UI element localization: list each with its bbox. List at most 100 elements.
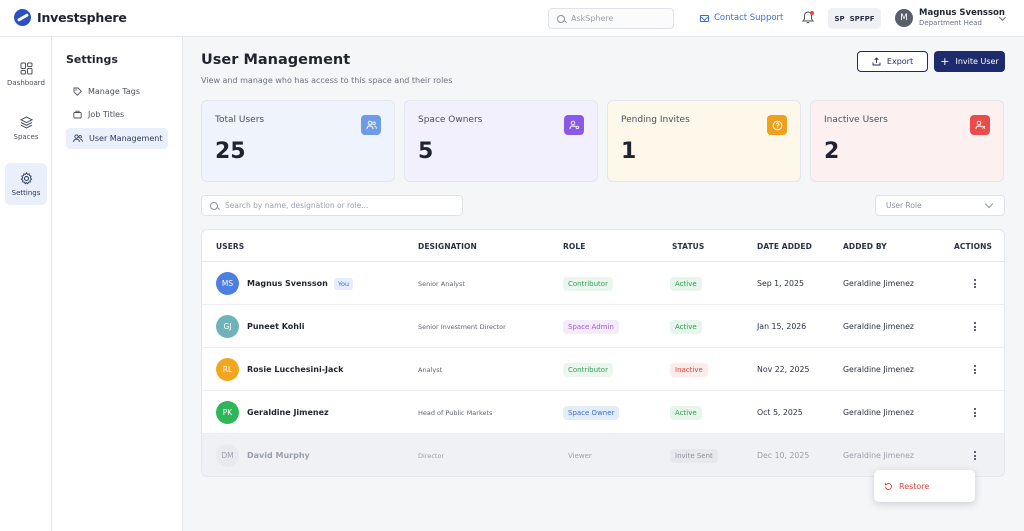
you-badge: You (333, 277, 354, 290)
subnav-label-manage-tags: Manage Tags (88, 87, 141, 96)
stat-card-total-users: Total Users 25 (201, 100, 395, 182)
top-bar: Investsphere Contact Support SP SPFPF M … (0, 0, 1024, 37)
designation-cell: Senior Investment Director (418, 322, 506, 331)
role-badge: Contributor (563, 362, 613, 377)
briefcase-icon (73, 110, 82, 119)
stat-label: Pending Invites (621, 115, 690, 125)
role-badge: Space Owner (563, 405, 620, 420)
status-badge: Active (670, 276, 702, 291)
subnav-item-user-management[interactable]: User Management (66, 128, 168, 149)
more-vertical-icon[interactable] (974, 322, 976, 331)
workspace-chip[interactable]: SP SPFPF (828, 8, 881, 29)
actions-cell (974, 305, 976, 348)
stat-label: Space Owners (418, 115, 483, 125)
rail-item-dashboard[interactable]: Dashboard (5, 53, 47, 95)
date-added-cell: Jan 15, 2026 (757, 322, 807, 331)
more-vertical-icon[interactable] (974, 279, 976, 288)
user-menu[interactable]: M Magnus Svensson Department Head (895, 8, 1005, 28)
ask-sphere-search[interactable] (548, 8, 674, 29)
actions-cell (974, 262, 976, 305)
user-role: Department Head (919, 19, 982, 27)
role-cell: Space Admin (563, 305, 619, 348)
column-header-role: ROLE (563, 242, 586, 251)
brand-name: Investsphere (37, 10, 127, 25)
user-role-select[interactable]: User Role (875, 195, 1005, 216)
users-icon (73, 134, 83, 143)
role-cell: Space Owner (563, 391, 620, 434)
tag-icon (73, 87, 82, 96)
search-icon (557, 14, 565, 23)
status-badge: Active (670, 319, 702, 334)
user-cell: GJ Puneet Kohli (216, 305, 304, 348)
table-row[interactable]: PK Geraldine Jimenez Head of Public Market… (202, 391, 1004, 434)
designation-cell: Analyst (418, 365, 443, 374)
users-icon (361, 115, 381, 135)
question-icon (767, 115, 787, 135)
table-row[interactable]: RL Rosie Lucchesini-Jack Analyst Contributo… (202, 348, 1004, 391)
more-vertical-icon[interactable] (974, 451, 976, 460)
added-by-cell: Geraldine Jimenez (843, 408, 915, 417)
user-cell: RL Rosie Lucchesini-Jack (216, 348, 343, 391)
column-header-users: USERS (216, 242, 245, 251)
rail-label-spaces: Spaces (13, 132, 39, 141)
user-cell: PK Geraldine Jimenez (216, 391, 329, 434)
user-name: Rosie Lucchesini-Jack (247, 365, 344, 374)
search-icon (210, 201, 218, 210)
grid-icon (20, 62, 32, 74)
designation-cell: Director (418, 451, 445, 460)
designation-cell: Head of Public Markets (418, 408, 493, 417)
gear-icon (20, 171, 32, 184)
actions-cell (974, 348, 976, 391)
role-badge: Space Admin (563, 319, 619, 334)
user-search-input[interactable] (225, 201, 455, 210)
contact-support-label: Contact Support (714, 13, 784, 23)
settings-subnav: Settings Manage Tags Job Titles User Man… (52, 37, 183, 531)
stat-label: Total Users (215, 115, 265, 125)
subnav-label-user-management: User Management (89, 134, 163, 143)
more-vertical-icon[interactable] (974, 365, 976, 374)
more-vertical-icon[interactable] (974, 408, 976, 417)
brand[interactable]: Investsphere (14, 9, 127, 26)
stat-value: 5 (418, 139, 434, 164)
user-cell: MS Magnus Svensson You (216, 262, 354, 305)
user-name: David Murphy (247, 451, 310, 460)
column-header-date-added: DATE ADDED (757, 242, 812, 251)
page-subtitle: View and manage who has access to this s… (201, 76, 453, 85)
added-by-cell: Geraldine Jimenez (843, 365, 915, 374)
avatar: MS (216, 272, 239, 295)
rail-item-spaces[interactable]: Spaces (5, 107, 47, 149)
actions-cell (974, 434, 976, 476)
ask-sphere-input[interactable] (571, 14, 671, 23)
role-cell: Contributor (563, 348, 613, 391)
user-cell: DM David Murphy (216, 434, 310, 476)
export-label: Export (886, 57, 914, 66)
stat-card-pending-invites: Pending Invites 1 (607, 100, 801, 182)
table-row[interactable]: GJ Puneet Kohli Senior Investment Director… (202, 305, 1004, 348)
column-header-actions: ACTIONS (954, 242, 992, 251)
layers-icon (19, 115, 33, 129)
avatar: RL (216, 358, 239, 381)
actions-cell (974, 391, 976, 434)
invite-user-button[interactable]: + Invite User (934, 51, 1005, 72)
column-header-added-by: ADDED BY (843, 242, 887, 251)
subnav-item-job-titles[interactable]: Job Titles (66, 104, 168, 125)
stat-value: 1 (621, 139, 637, 164)
user-search[interactable] (201, 195, 463, 216)
chevron-down-icon (984, 199, 994, 209)
contact-support-link[interactable]: Contact Support (700, 13, 783, 23)
rail-label-dashboard: Dashboard (7, 78, 45, 87)
user-name: Magnus Svensson (247, 279, 328, 288)
user-cog-icon (564, 115, 584, 135)
role-badge: Viewer (568, 451, 592, 460)
stat-card-inactive-users: Inactive Users 2 (810, 100, 1004, 182)
page-title: User Management (201, 52, 351, 68)
table-row[interactable]: MS Magnus Svensson You Senior Analyst Contri… (202, 262, 1004, 305)
date-added-cell: Dec 10, 2025 (757, 451, 810, 460)
subnav-item-manage-tags[interactable]: Manage Tags (66, 81, 168, 102)
restore-menu-item[interactable]: Restore (899, 482, 929, 491)
status-cell: Inactive (670, 348, 708, 391)
avatar: DM (216, 444, 239, 467)
rail-item-settings[interactable]: Settings (5, 163, 47, 205)
plus-icon: + (940, 55, 950, 68)
export-button[interactable]: Export (857, 51, 928, 72)
